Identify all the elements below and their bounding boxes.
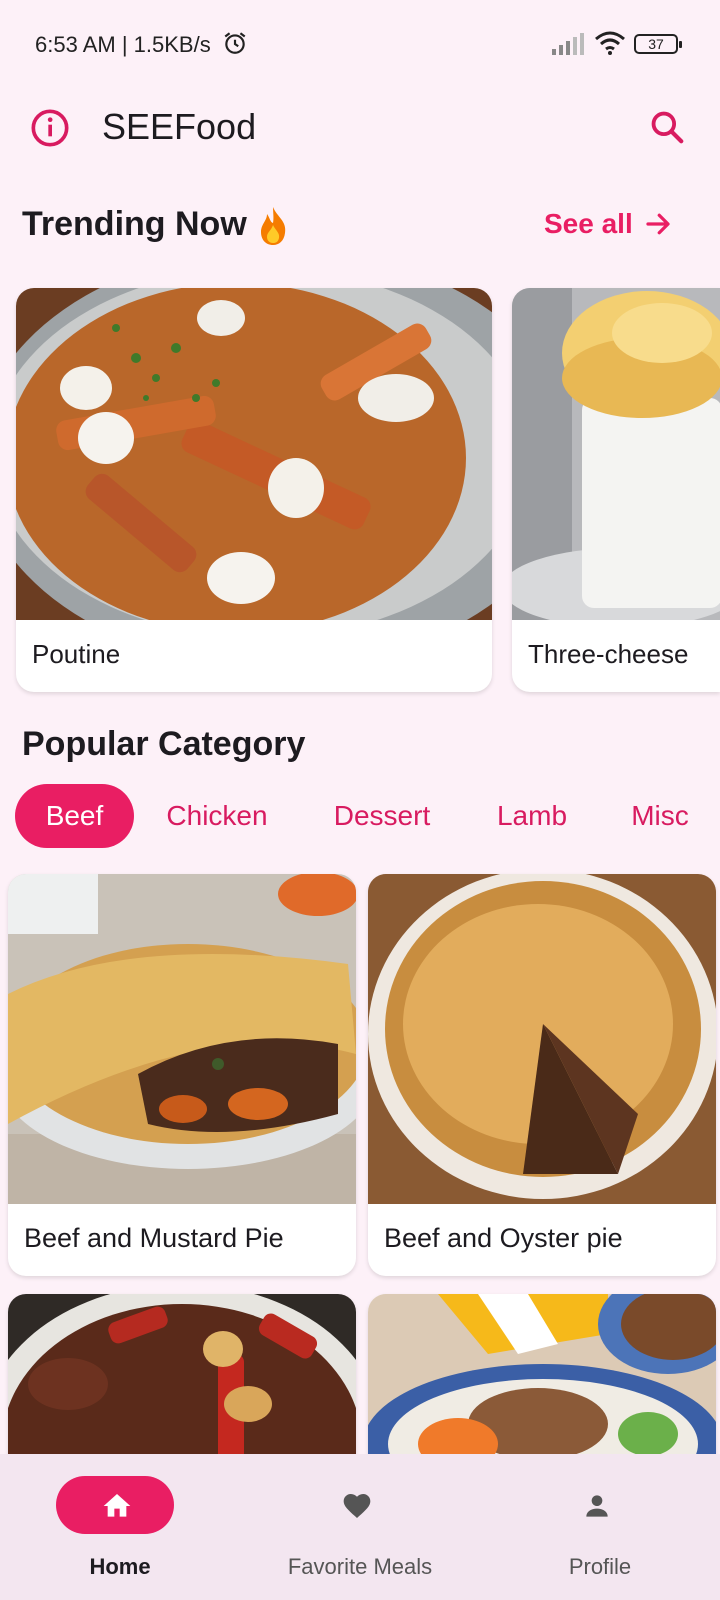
nav-label-favorite-meals: Favorite Meals xyxy=(287,1554,433,1579)
meal-card-label: Beef and Mustard Pie xyxy=(24,1223,284,1253)
person-icon xyxy=(586,1495,608,1517)
beef-oyster-pie-image xyxy=(368,874,716,1204)
battery-indicator: 37 xyxy=(634,34,682,54)
wifi-icon xyxy=(595,31,625,55)
category-chips: Beef Chicken Dessert Lamb Misc xyxy=(0,784,720,850)
category-chip-beef[interactable]: Beef xyxy=(15,784,134,848)
trending-title: Trending Now xyxy=(22,205,247,243)
trending-card-poutine[interactable]: Poutine xyxy=(16,288,492,692)
nav-item-favorite-meals[interactable]: Favorite Meals xyxy=(240,1454,480,1600)
trending-card-label: Three-cheese xyxy=(528,639,689,669)
home-icon xyxy=(103,1494,131,1517)
status-bar: 6:53 AM | 1.5KB/s 37 xyxy=(0,0,720,90)
nav-label-profile: Profile xyxy=(568,1554,632,1579)
three-cheese-image xyxy=(512,288,720,620)
fire-icon xyxy=(260,207,286,246)
beef-mustard-pie-image xyxy=(8,874,356,1204)
see-all-button[interactable]: See all xyxy=(544,208,673,240)
trending-card-label: Poutine xyxy=(32,639,121,669)
popular-category-title: Popular Category xyxy=(22,725,306,763)
info-icon[interactable] xyxy=(30,108,70,148)
meal-card-beef-bowl[interactable] xyxy=(368,1294,716,1464)
nav-item-profile[interactable]: Profile xyxy=(480,1454,720,1600)
app-title: SEEFood xyxy=(102,106,257,147)
status-time: 6:53 AM | 1.5KB/s xyxy=(35,32,211,57)
beef-bowl-image xyxy=(368,1294,716,1464)
see-all-label: See all xyxy=(544,208,633,239)
arrow-right-icon xyxy=(646,213,670,235)
category-chip-dessert[interactable]: Dessert xyxy=(320,784,444,848)
category-chip-chicken[interactable]: Chicken xyxy=(154,784,280,848)
category-chip-lamb[interactable]: Lamb xyxy=(484,784,580,848)
meal-card-beef-and-oyster-pie[interactable]: Beef and Oyster pie xyxy=(368,874,716,1276)
nav-item-home[interactable]: Home xyxy=(0,1454,240,1600)
nav-label-home: Home xyxy=(89,1554,151,1579)
signal-icon xyxy=(552,33,584,55)
poutine-image xyxy=(16,288,492,620)
trending-header: Trending Now xyxy=(22,205,291,247)
trending-card-three-cheese[interactable]: Three-cheese xyxy=(512,288,720,692)
meal-card-beef-and-mustard-pie[interactable]: Beef and Mustard Pie xyxy=(8,874,356,1276)
alarm-icon xyxy=(224,32,246,54)
search-icon[interactable] xyxy=(648,108,686,146)
meal-card-beef-stew[interactable] xyxy=(8,1294,356,1464)
top-app-bar: SEEFood xyxy=(0,92,720,164)
beef-stew-image xyxy=(8,1294,356,1464)
category-chip-misc[interactable]: Misc xyxy=(620,784,700,848)
bottom-navigation: Home Favorite Meals Profile xyxy=(0,1454,720,1600)
heart-icon xyxy=(343,1494,371,1518)
meal-card-label: Beef and Oyster pie xyxy=(384,1223,623,1253)
